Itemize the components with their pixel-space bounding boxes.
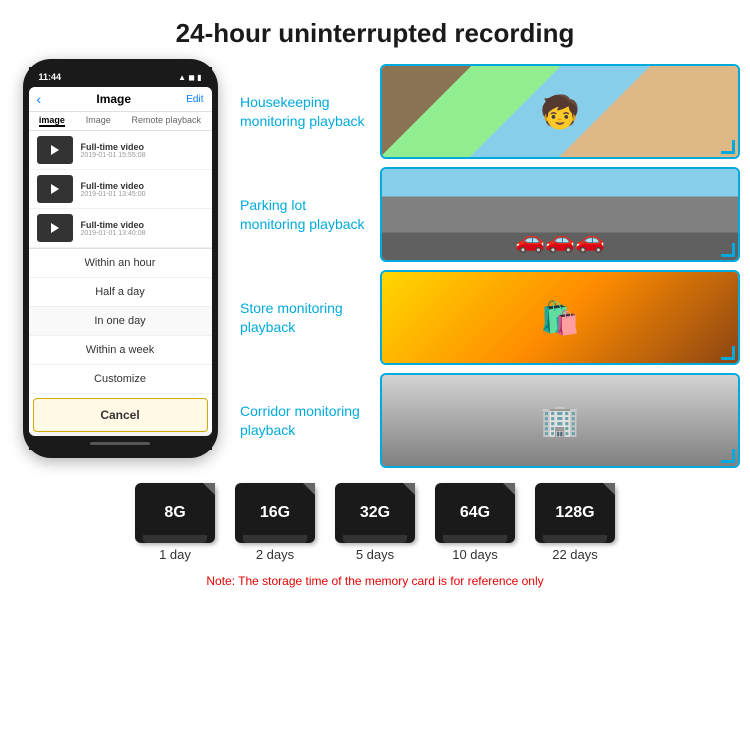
phone-edit-button[interactable]: Edit (186, 94, 203, 105)
sd-card-notch (543, 535, 607, 543)
storage-note: Note: The storage time of the memory car… (206, 570, 543, 588)
monitoring-label-3: Store monitoring playback (240, 299, 370, 335)
sd-card: 8G (135, 483, 215, 543)
home-bar (90, 442, 150, 445)
phone-back-button[interactable]: ‹ (37, 91, 42, 107)
corner-arrow-3 (721, 346, 735, 360)
storage-cards: 8G 1 day 16G 2 days 32G 5 days 64G 10 da… (135, 483, 615, 562)
sd-card-notch (343, 535, 407, 543)
video-date-1: 2019-01-01 15:55:08 (81, 152, 204, 159)
sd-card: 16G (235, 483, 315, 543)
phone-status-icons: ▲ ◼ ▮ (178, 73, 201, 82)
monitoring-text-2: Parking lot monitoring playback (240, 196, 370, 232)
storage-days-label: 22 days (552, 547, 598, 562)
monitoring-item-4: Corridor monitoring playback 🏢 (240, 373, 740, 468)
monitoring-text-4: Corridor monitoring playback (240, 402, 370, 438)
phone-top-bar: ‹ Image Edit (29, 87, 212, 112)
monitoring-text-1: Housekeeping monitoring playback (240, 93, 370, 129)
dropdown-item-5[interactable]: Customize (29, 365, 212, 394)
storage-days-label: 10 days (452, 547, 498, 562)
storage-card-item: 64G 10 days (435, 483, 515, 562)
right-section: Housekeeping monitoring playback 🧒 Parki… (240, 59, 740, 468)
storage-days-label: 5 days (356, 547, 394, 562)
video-info-2: Full-time video 2019-01-01 13:45:00 (81, 181, 204, 198)
monitoring-image-3: 🛍️ (380, 270, 740, 365)
phone-screen: ‹ Image Edit image Image Remote playback (29, 87, 212, 436)
tab-image[interactable]: image (39, 115, 65, 127)
sd-card-notch (143, 535, 207, 543)
video-name-2: Full-time video (81, 181, 204, 191)
monitoring-image-1: 🧒 (380, 64, 740, 159)
video-date-3: 2019-01-01 13:40:08 (81, 230, 204, 237)
sd-card-label: 8G (164, 504, 185, 522)
storage-card-item: 8G 1 day (135, 483, 215, 562)
storage-days-label: 1 day (159, 547, 191, 562)
monitoring-label-4: Corridor monitoring playback (240, 402, 370, 438)
video-name-3: Full-time video (81, 220, 204, 230)
video-item-1[interactable]: Full-time video 2019-01-01 15:55:08 (29, 131, 212, 170)
phone-screen-title: Image (96, 92, 131, 106)
video-info-3: Full-time video 2019-01-01 13:40:08 (81, 220, 204, 237)
phone-notch (90, 67, 150, 81)
storage-card-item: 128G 22 days (535, 483, 615, 562)
sd-card-label: 128G (555, 504, 594, 522)
monitoring-label-2: Parking lot monitoring playback (240, 196, 370, 232)
dropdown-item-1[interactable]: Within an hour (29, 249, 212, 278)
monitoring-text-3: Store monitoring playback (240, 299, 370, 335)
page-title: 24-hour uninterrupted recording (20, 18, 730, 49)
storage-card-item: 16G 2 days (235, 483, 315, 562)
sd-card-label: 32G (360, 504, 390, 522)
phone-time: 11:44 (39, 72, 62, 82)
play-icon-2 (51, 184, 59, 194)
tab-remote-playback[interactable]: Remote playback (132, 115, 202, 127)
sd-card: 64G (435, 483, 515, 543)
monitoring-item-1: Housekeeping monitoring playback 🧒 (240, 64, 740, 159)
monitoring-image-2: 🚗🚗🚗 (380, 167, 740, 262)
corner-arrow-1 (721, 140, 735, 154)
video-item-3[interactable]: Full-time video 2019-01-01 13:40:08 (29, 209, 212, 248)
sd-card-notch (243, 535, 307, 543)
video-thumbnail-1 (37, 136, 73, 164)
sd-card-label: 16G (260, 504, 290, 522)
storage-days-label: 2 days (256, 547, 294, 562)
dropdown-cancel-button[interactable]: Cancel (33, 398, 208, 432)
monitoring-item-2: Parking lot monitoring playback 🚗🚗🚗 (240, 167, 740, 262)
tab-image2[interactable]: Image (86, 115, 111, 127)
sd-card-label: 64G (460, 504, 490, 522)
phone-section: 11:44 ▲ ◼ ▮ ‹ Image Edit image Image Rem… (10, 59, 230, 468)
video-info-1: Full-time video 2019-01-01 15:55:08 (81, 142, 204, 159)
video-date-2: 2019-01-01 13:45:00 (81, 191, 204, 198)
video-thumbnail-3 (37, 214, 73, 242)
sd-card-notch (443, 535, 507, 543)
monitoring-item-3: Store monitoring playback 🛍️ (240, 270, 740, 365)
video-item-2[interactable]: Full-time video 2019-01-01 13:45:00 (29, 170, 212, 209)
store-img: 🛍️ (382, 272, 738, 363)
phone-mockup: 11:44 ▲ ◼ ▮ ‹ Image Edit image Image Rem… (23, 59, 218, 458)
main-content: 11:44 ▲ ◼ ▮ ‹ Image Edit image Image Rem… (0, 59, 750, 468)
page-header: 24-hour uninterrupted recording (0, 0, 750, 59)
corner-arrow-4 (721, 449, 735, 463)
corridor-img: 🏢 (382, 375, 738, 466)
parking-img: 🚗🚗🚗 (382, 169, 738, 260)
play-icon-3 (51, 223, 59, 233)
monitoring-label-1: Housekeeping monitoring playback (240, 93, 370, 129)
storage-section: 8G 1 day 16G 2 days 32G 5 days 64G 10 da… (0, 468, 750, 593)
video-thumbnail-2 (37, 175, 73, 203)
dropdown-item-4[interactable]: Within a week (29, 336, 212, 365)
sd-card: 128G (535, 483, 615, 543)
storage-card-item: 32G 5 days (335, 483, 415, 562)
phone-dropdown: Within an hour Half a day In one day Wit… (29, 248, 212, 432)
phone-home-indicator (29, 436, 212, 450)
dropdown-item-3[interactable]: In one day (29, 307, 212, 336)
phone-tabs: image Image Remote playback (29, 112, 212, 131)
monitoring-image-4: 🏢 (380, 373, 740, 468)
sd-card: 32G (335, 483, 415, 543)
phone-video-list: Full-time video 2019-01-01 15:55:08 Full… (29, 131, 212, 248)
play-icon-1 (51, 145, 59, 155)
video-name-1: Full-time video (81, 142, 204, 152)
dropdown-item-2[interactable]: Half a day (29, 278, 212, 307)
corner-arrow-2 (721, 243, 735, 257)
housekeeping-img: 🧒 (382, 66, 738, 157)
